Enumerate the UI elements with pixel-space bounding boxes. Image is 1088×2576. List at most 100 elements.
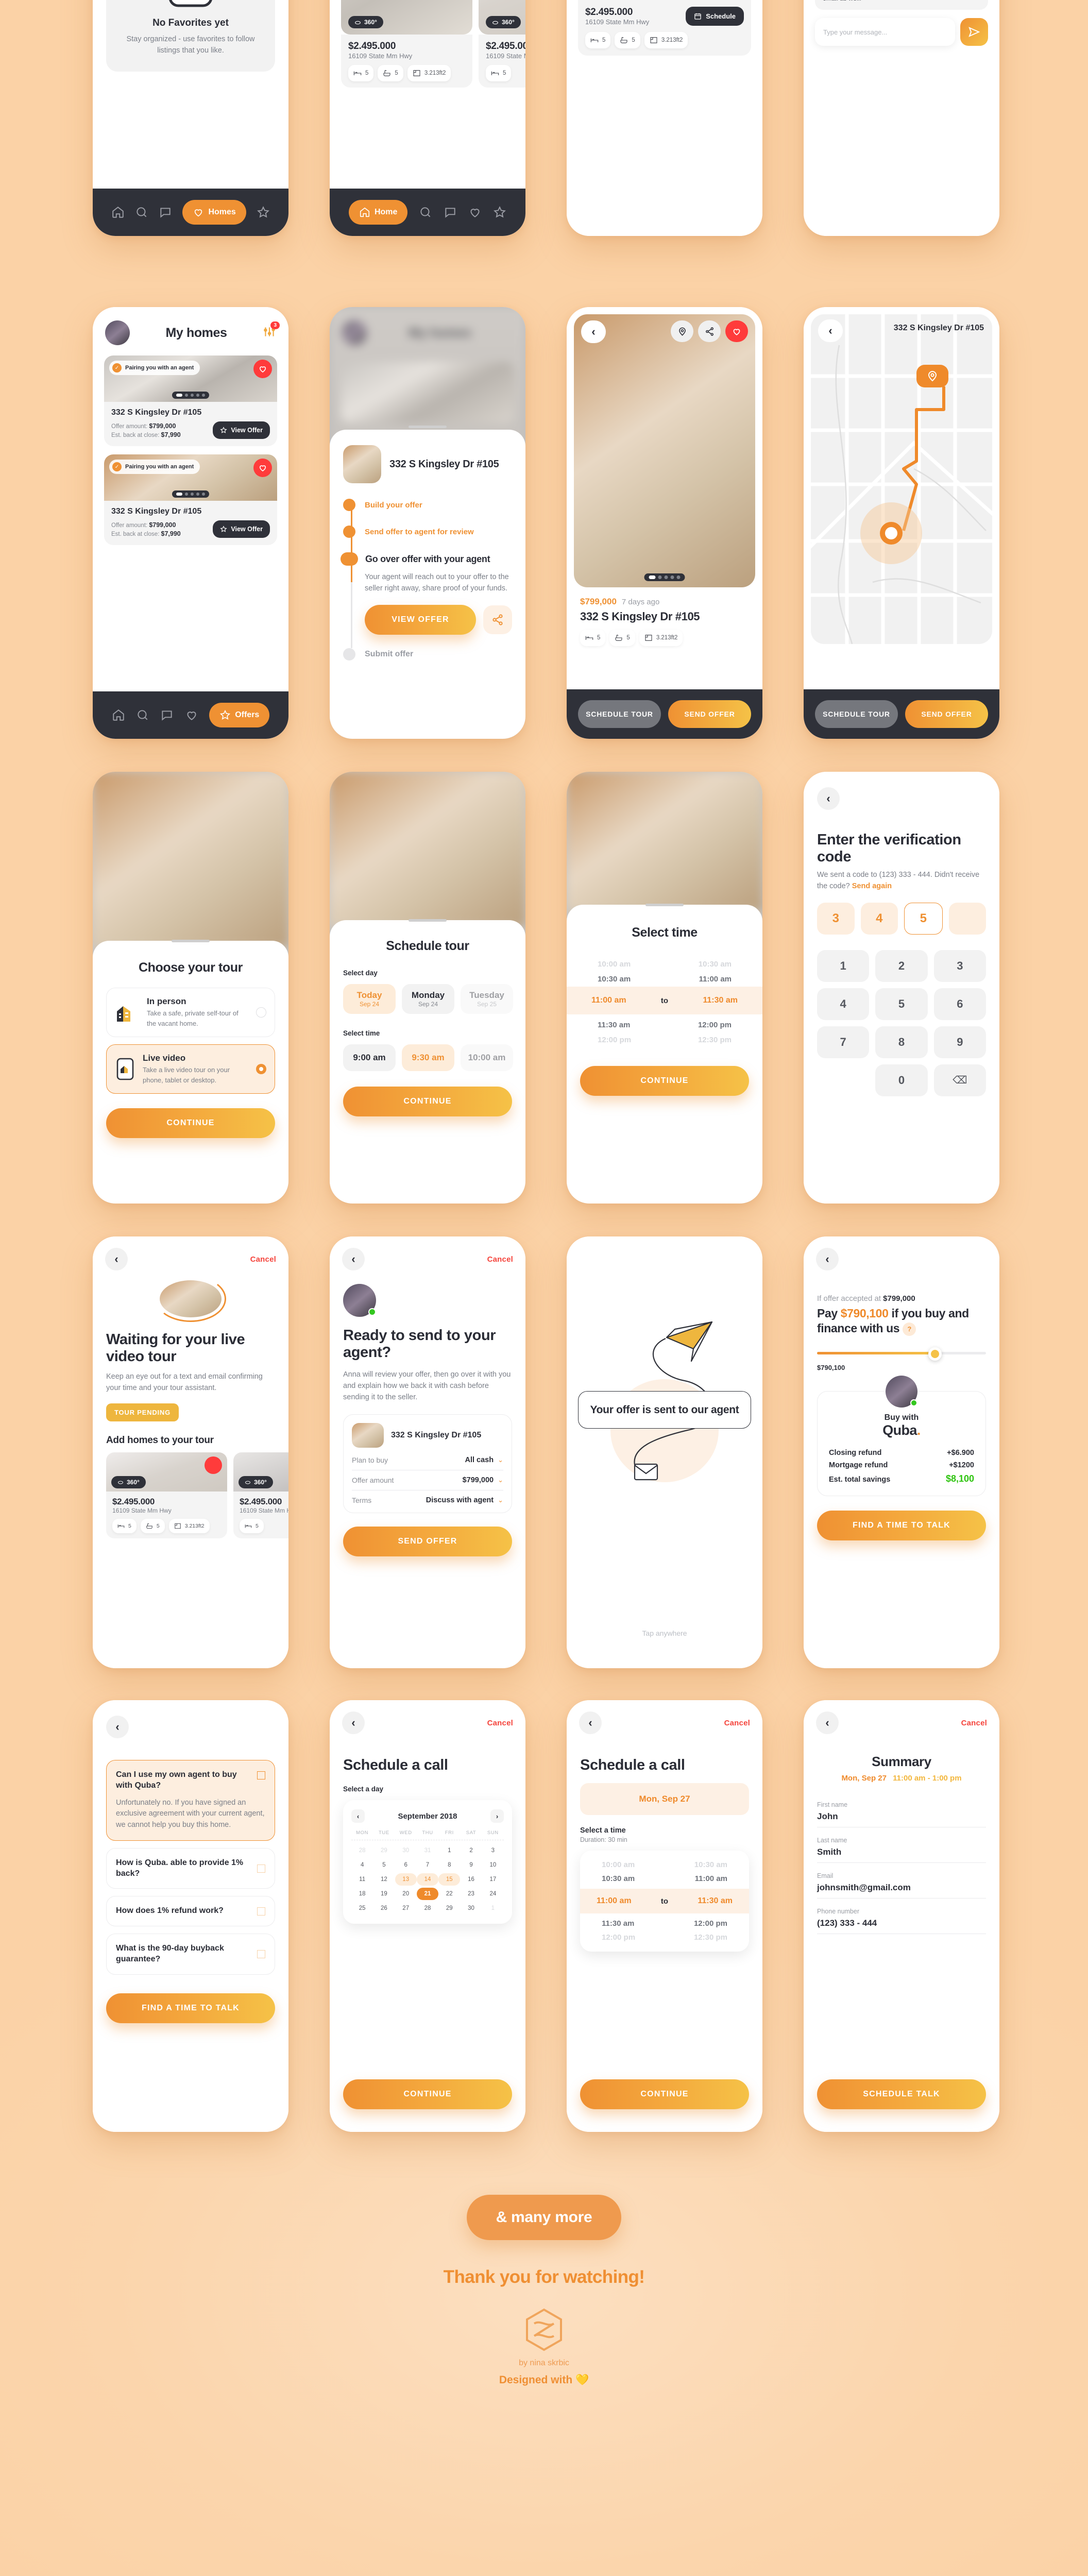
cancel-button[interactable]: Cancel: [487, 1719, 513, 1727]
drag-handle[interactable]: [645, 904, 684, 906]
time-slot-list[interactable]: 10:00 am 10:30 am 10:30 am 11:00 am 11:00 …: [580, 1851, 749, 1952]
keypad-4[interactable]: 4: [817, 988, 870, 1020]
chevron-down-icon[interactable]: ⌄: [498, 1476, 503, 1484]
back-button[interactable]: ‹: [342, 1248, 365, 1270]
offer-card[interactable]: ✓ Pairing you with an agent 332 S Kingsl…: [104, 454, 277, 545]
send-button[interactable]: [960, 18, 988, 46]
search-icon[interactable]: [135, 206, 148, 219]
continue-button[interactable]: CONTINUE: [580, 2079, 749, 2109]
favorite-button[interactable]: [205, 1456, 222, 1474]
home-icon[interactable]: [111, 206, 125, 219]
map-destination-marker[interactable]: [916, 365, 948, 387]
bottom-navigation[interactable]: Homes: [93, 189, 288, 236]
time-row[interactable]: 10:00 am 10:30 am: [580, 1858, 749, 1872]
selected-day-chip[interactable]: Mon, Sep 27: [580, 1783, 749, 1816]
cancel-button[interactable]: Cancel: [250, 1255, 276, 1264]
star-icon[interactable]: [493, 206, 506, 219]
keypad-0[interactable]: 0: [875, 1064, 928, 1096]
calendar-day[interactable]: 3: [482, 1844, 504, 1857]
time-row[interactable]: 12:00 pm 12:30 pm: [567, 1032, 762, 1047]
keypad-3[interactable]: 3: [933, 950, 986, 982]
share-button[interactable]: [483, 605, 512, 634]
time-row[interactable]: 10:30 am 11:00 am: [580, 1872, 749, 1886]
chat-icon[interactable]: [160, 708, 174, 722]
time-row-selected[interactable]: 11:00 am to 11:30 am: [567, 987, 762, 1014]
time-chip[interactable]: 10:00 am: [461, 1044, 513, 1071]
favorite-button[interactable]: [253, 360, 272, 378]
listing-photo[interactable]: ✓ Pairing you with an agent: [104, 454, 277, 501]
listing-thumbnail[interactable]: [352, 1423, 384, 1448]
keypad-8[interactable]: 8: [875, 1026, 928, 1058]
help-icon[interactable]: ?: [903, 1322, 916, 1336]
schedule-tour-button[interactable]: SCHEDULE TOUR: [815, 700, 898, 728]
view-offer-button[interactable]: VIEW OFFER: [365, 604, 476, 635]
schedule-button[interactable]: Schedule: [686, 7, 744, 26]
search-icon[interactable]: [419, 206, 432, 219]
listing-photo[interactable]: 360°: [479, 0, 525, 35]
cancel-button[interactable]: Cancel: [487, 1255, 513, 1264]
back-button[interactable]: ‹: [818, 319, 843, 342]
listing-photo[interactable]: 360°: [233, 1452, 288, 1492]
find-time-button[interactable]: FIND A TIME TO TALK: [106, 1993, 275, 2023]
calendar-day[interactable]: 6: [395, 1859, 417, 1871]
keypad-5[interactable]: 5: [875, 988, 928, 1020]
time-row[interactable]: 11:30 am 12:00 pm: [567, 1018, 762, 1032]
calendar-day[interactable]: 18: [351, 1888, 373, 1900]
radio-selected[interactable]: [256, 1064, 266, 1074]
keypad-1[interactable]: 1: [817, 950, 870, 982]
tour-option-live-video[interactable]: Live video Take a live video tour on you…: [106, 1044, 275, 1094]
schedule-tour-button[interactable]: SCHEDULE TOUR: [578, 700, 661, 728]
time-row[interactable]: 10:30 am 11:00 am: [567, 972, 762, 987]
time-row[interactable]: 11:30 am 12:00 pm: [580, 1917, 749, 1930]
chat-icon[interactable]: [444, 206, 457, 219]
heart-icon[interactable]: [185, 708, 198, 722]
price-slider[interactable]: [817, 1347, 986, 1361]
carousel-dots[interactable]: [644, 573, 685, 581]
find-time-button[interactable]: FIND A TIME TO TALK: [817, 1510, 986, 1540]
calendar-day[interactable]: 30: [395, 1844, 417, 1857]
faq-item-open[interactable]: Can I use my own agent to buy with Quba?…: [106, 1760, 275, 1841]
drag-handle[interactable]: [409, 919, 447, 922]
nav-pill-offers[interactable]: Offers: [209, 703, 270, 727]
radio-unselected[interactable]: [256, 1007, 266, 1018]
calendar-day[interactable]: 25: [351, 1902, 373, 1914]
map-view[interactable]: ‹ 332 S Kingsley Dr #105: [811, 314, 992, 644]
listing-photo[interactable]: ‹: [574, 314, 755, 587]
calendar-day[interactable]: 9: [460, 1859, 482, 1871]
calendar-day[interactable]: 28: [351, 1844, 373, 1857]
tour-home-card[interactable]: 360° $2.495.000 16109 State Mm Hwy 5 5 3…: [106, 1452, 227, 1538]
keypad-9[interactable]: 9: [933, 1026, 986, 1058]
offer-card[interactable]: ✓ Pairing you with an agent 332 S Kingsl…: [104, 355, 277, 446]
calendar-day[interactable]: 30: [460, 1902, 482, 1914]
calendar-day[interactable]: 5: [373, 1859, 395, 1871]
back-button[interactable]: ‹: [106, 1716, 129, 1738]
send-offer-button[interactable]: SEND OFFER: [668, 700, 751, 728]
tap-anywhere-hint[interactable]: Tap anywhere: [567, 1629, 762, 1637]
chat-icon[interactable]: [159, 206, 172, 219]
calendar-day[interactable]: 4: [351, 1859, 373, 1871]
field-phone[interactable]: Phone number (123) 333 - 444: [817, 1908, 986, 1934]
favorite-button[interactable]: [725, 320, 748, 342]
faq-item[interactable]: How does 1% refund work?: [106, 1896, 275, 1927]
calendar-day[interactable]: 12: [373, 1873, 395, 1886]
favorite-button[interactable]: [253, 459, 272, 477]
filter-button[interactable]: 3: [263, 321, 280, 341]
day-chip-today[interactable]: Today Sep 24: [343, 984, 396, 1014]
keypad-6[interactable]: 6: [933, 988, 986, 1020]
bottom-navigation[interactable]: Home: [330, 189, 525, 236]
collapse-icon[interactable]: [257, 1771, 265, 1780]
calendar-day[interactable]: 2: [460, 1844, 482, 1857]
schedule-talk-button[interactable]: SCHEDULE TALK: [817, 2079, 986, 2109]
calendar-day[interactable]: 21: [416, 1888, 439, 1901]
expand-icon[interactable]: [257, 1950, 265, 1959]
continue-button[interactable]: CONTINUE: [343, 2079, 512, 2109]
calendar-day[interactable]: 10: [482, 1859, 504, 1871]
calendar-day[interactable]: 24: [482, 1888, 504, 1900]
calendar-day[interactable]: 14: [416, 1873, 439, 1886]
expand-icon[interactable]: [257, 1864, 265, 1873]
calendar-day[interactable]: 20: [395, 1888, 417, 1900]
cancel-button[interactable]: Cancel: [961, 1719, 987, 1727]
search-icon[interactable]: [136, 708, 149, 722]
listing-photo[interactable]: 360°: [106, 1452, 227, 1492]
keypad-7[interactable]: 7: [817, 1026, 870, 1058]
